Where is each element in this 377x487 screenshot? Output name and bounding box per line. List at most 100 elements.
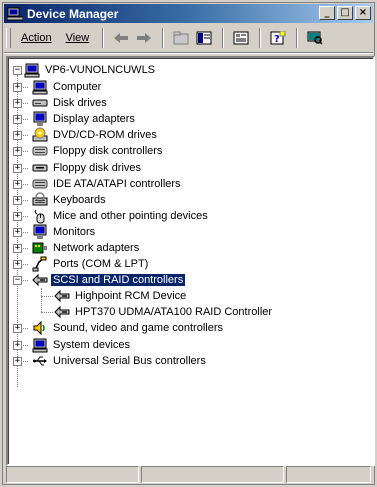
tree-category[interactable]: Keyboards: [32, 192, 108, 208]
tree-category[interactable]: Sound, video and game controllers: [32, 320, 225, 336]
title-bar[interactable]: Device Manager _ □ ×: [4, 4, 373, 23]
tree-category[interactable]: Display adapters: [32, 111, 137, 127]
scsi-icon: [54, 288, 70, 304]
toolbar-separator: [162, 28, 165, 48]
usb-icon: [32, 353, 48, 369]
tree-category[interactable]: SCSI and RAID controllers: [32, 272, 187, 288]
status-pane: [6, 466, 140, 483]
close-button[interactable]: ×: [355, 6, 371, 20]
scsi-icon: [54, 304, 70, 320]
back-button[interactable]: [110, 28, 132, 48]
tree-category[interactable]: Universal Serial Bus controllers: [32, 353, 208, 369]
expand-toggle[interactable]: +: [13, 180, 22, 189]
svg-text:?: ?: [274, 34, 280, 45]
tree-category-label: Mice and other pointing devices: [53, 210, 208, 222]
tree-connector: [41, 312, 53, 313]
toolbar-separator: [296, 28, 299, 48]
device-tree[interactable]: − VP6-VUNOLNCUWLS + Computer + Disk drives +…: [6, 56, 375, 466]
tree-category[interactable]: Mice and other pointing devices: [32, 208, 210, 224]
properties-button[interactable]: [230, 28, 252, 48]
tree-category[interactable]: System devices: [32, 337, 132, 353]
properties-icon: [233, 31, 249, 45]
floppy-icon: [32, 160, 48, 176]
tree-category-label: IDE ATA/ATAPI controllers: [53, 178, 181, 190]
expand-toggle[interactable]: +: [13, 164, 22, 173]
show-hide-tree-button[interactable]: [193, 28, 215, 48]
up-one-level-button[interactable]: [170, 28, 192, 48]
expand-toggle[interactable]: +: [13, 228, 22, 237]
tree-connector: [41, 296, 53, 297]
expand-toggle[interactable]: −: [13, 276, 22, 285]
tree-category[interactable]: Disk drives: [32, 95, 109, 111]
menu-view[interactable]: View: [59, 30, 97, 46]
device-manager-window: Device Manager _ □ × Action View ? − VP6…: [0, 0, 377, 487]
toolbar-divider: [4, 52, 373, 54]
expand-toggle[interactable]: +: [13, 83, 22, 92]
minimize-button[interactable]: _: [319, 6, 335, 20]
forward-arrow-icon: [137, 33, 152, 43]
tree-category-label: Floppy disk controllers: [53, 145, 163, 157]
help-button[interactable]: ?: [267, 28, 289, 48]
tree-category-label: Universal Serial Bus controllers: [53, 355, 206, 367]
status-bar: [6, 466, 371, 483]
expand-toggle[interactable]: +: [13, 212, 22, 221]
computer-icon: [32, 337, 48, 353]
tree-category[interactable]: Computer: [32, 79, 103, 95]
view-menu-label: View: [65, 32, 90, 44]
status-pane: [286, 466, 371, 483]
scan-hardware-button[interactable]: [304, 28, 326, 48]
keyboard-icon: [32, 192, 48, 208]
tree-category-label: SCSI and RAID controllers: [49, 273, 187, 287]
expand-toggle[interactable]: +: [13, 324, 22, 333]
controller-icon: [32, 143, 48, 159]
toolbar-grip[interactable]: [6, 28, 11, 48]
tree-category-label: Keyboards: [53, 194, 106, 206]
expand-toggle[interactable]: +: [13, 131, 22, 140]
tree-category[interactable]: Ports (COM & LPT): [32, 256, 150, 272]
expand-toggle[interactable]: +: [13, 260, 22, 269]
computer-icon: [24, 62, 40, 78]
tree-category[interactable]: Floppy disk controllers: [32, 143, 164, 159]
cdrom-icon: [32, 127, 48, 143]
tree-category-label: System devices: [53, 339, 131, 351]
tree-device[interactable]: HPT370 UDMA/ATA100 RAID Controller: [54, 304, 274, 320]
expand-toggle[interactable]: +: [13, 244, 22, 253]
root-collapse-toggle[interactable]: −: [13, 66, 22, 75]
tree-device-label: HPT370 UDMA/ATA100 RAID Controller: [75, 306, 273, 318]
mouse-icon: [32, 208, 48, 224]
expand-toggle[interactable]: +: [13, 147, 22, 156]
tree-device-label: Highpoint RCM Device: [75, 290, 187, 302]
tree-category[interactable]: IDE ATA/ATAPI controllers: [32, 176, 183, 192]
window-title: Device Manager: [27, 6, 119, 21]
tree-category-label: Disk drives: [53, 97, 107, 109]
back-arrow-icon: [114, 33, 129, 43]
forward-button[interactable]: [133, 28, 155, 48]
tree-category[interactable]: Network adapters: [32, 240, 141, 256]
tree-category-label: Sound, video and game controllers: [53, 322, 223, 334]
controller-icon: [32, 176, 48, 192]
toolbar: Action View ?: [4, 25, 373, 51]
expand-toggle[interactable]: +: [13, 196, 22, 205]
tree-device[interactable]: Highpoint RCM Device: [54, 288, 188, 304]
scan-hardware-icon: [307, 31, 323, 45]
expand-toggle[interactable]: +: [13, 99, 22, 108]
expand-toggle[interactable]: +: [13, 341, 22, 350]
expand-toggle[interactable]: +: [13, 357, 22, 366]
tree-category-label: Ports (COM & LPT): [53, 258, 149, 270]
action-menu-label: Action: [21, 32, 52, 44]
menu-action[interactable]: Action: [14, 30, 59, 46]
port-icon: [32, 256, 48, 272]
folder-up-icon: [173, 31, 189, 45]
speaker-icon: [32, 320, 48, 336]
tree-category-label: Computer: [53, 81, 102, 93]
console-tree-icon: [196, 31, 212, 45]
toolbar-separator: [259, 28, 262, 48]
tree-root[interactable]: VP6-VUNOLNCUWLS: [24, 62, 157, 78]
tree-category[interactable]: DVD/CD-ROM drives: [32, 127, 159, 143]
tree-category[interactable]: Monitors: [32, 224, 97, 240]
tree-category-label: Floppy disk drives: [53, 162, 142, 174]
maximize-button[interactable]: □: [337, 6, 353, 20]
help-icon: ?: [270, 31, 286, 45]
expand-toggle[interactable]: +: [13, 115, 22, 124]
tree-category[interactable]: Floppy disk drives: [32, 160, 143, 176]
